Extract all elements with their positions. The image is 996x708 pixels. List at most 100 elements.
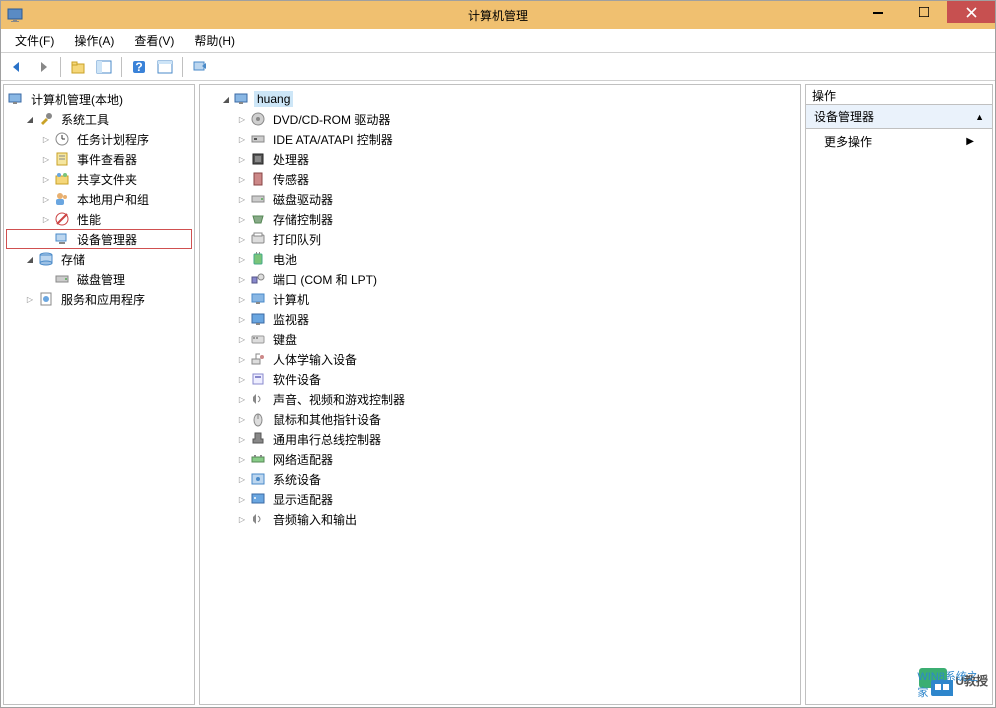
tree-root-computer-management[interactable]: 计算机管理(本地)	[6, 89, 192, 109]
tree-performance[interactable]: 性能	[6, 209, 192, 229]
device-category[interactable]: 计算机	[202, 289, 798, 309]
device-category[interactable]: 网络适配器	[202, 449, 798, 469]
device-category[interactable]: 传感器	[202, 169, 798, 189]
expand-icon[interactable]	[236, 473, 248, 485]
expand-icon[interactable]	[236, 493, 248, 505]
device-category-label: 通用串行总线控制器	[270, 430, 384, 449]
expand-icon[interactable]	[236, 373, 248, 385]
device-category-label: 传感器	[270, 170, 312, 189]
expand-icon[interactable]	[40, 153, 52, 165]
device-category[interactable]: IDE ATA/ATAPI 控制器	[202, 129, 798, 149]
expand-icon[interactable]	[236, 453, 248, 465]
menu-view[interactable]: 查看(V)	[126, 29, 182, 52]
expand-icon[interactable]	[236, 313, 248, 325]
help-button[interactable]: ?	[127, 55, 151, 79]
up-button[interactable]	[66, 55, 90, 79]
expand-icon[interactable]	[236, 393, 248, 405]
device-category[interactable]: 音频输入和输出	[202, 509, 798, 529]
device-category[interactable]: 通用串行总线控制器	[202, 429, 798, 449]
show-hide-tree-button[interactable]	[92, 55, 116, 79]
menu-file[interactable]: 文件(F)	[7, 29, 62, 52]
expand-icon[interactable]	[236, 253, 248, 265]
maximize-button[interactable]	[901, 1, 947, 23]
tree-label: 任务计划程序	[74, 130, 152, 149]
disk-icon	[250, 191, 266, 207]
tree-event-viewer[interactable]: 事件查看器	[6, 149, 192, 169]
device-category[interactable]: 鼠标和其他指针设备	[202, 409, 798, 429]
nav-tree[interactable]: 计算机管理(本地) 系统工具 任务计划程序 事件查看器	[4, 85, 194, 313]
menu-action[interactable]: 操作(A)	[66, 29, 122, 52]
device-icon	[54, 231, 70, 247]
expand-icon[interactable]	[236, 513, 248, 525]
device-category[interactable]: 监视器	[202, 309, 798, 329]
tree-device-manager[interactable]: 设备管理器	[6, 229, 192, 249]
close-button[interactable]	[947, 1, 995, 23]
back-button[interactable]	[5, 55, 29, 79]
expand-icon[interactable]	[220, 93, 232, 105]
tree-task-scheduler[interactable]: 任务计划程序	[6, 129, 192, 149]
expand-icon[interactable]	[236, 193, 248, 205]
sound-icon	[250, 391, 266, 407]
tree-local-users[interactable]: 本地用户和组	[6, 189, 192, 209]
tree-label: 设备管理器	[74, 230, 140, 249]
expand-icon[interactable]	[236, 273, 248, 285]
expand-icon[interactable]	[236, 333, 248, 345]
computer-icon	[250, 291, 266, 307]
tree-storage[interactable]: 存储	[6, 249, 192, 269]
expand-icon[interactable]	[24, 113, 36, 125]
tree-services[interactable]: 服务和应用程序	[6, 289, 192, 309]
device-category-label: 处理器	[270, 150, 312, 169]
tree-shared-folders[interactable]: 共享文件夹	[6, 169, 192, 189]
expand-icon[interactable]	[236, 213, 248, 225]
device-category[interactable]: 打印队列	[202, 229, 798, 249]
tree-label: 本地用户和组	[74, 190, 152, 209]
battery-icon	[250, 251, 266, 267]
tree-disk-management[interactable]: 磁盘管理	[6, 269, 192, 289]
expand-icon[interactable]	[236, 153, 248, 165]
device-root[interactable]: huang	[202, 89, 798, 109]
device-category[interactable]: 处理器	[202, 149, 798, 169]
device-category[interactable]: 声音、视频和游戏控制器	[202, 389, 798, 409]
expand-icon[interactable]	[24, 253, 36, 265]
device-category[interactable]: 端口 (COM 和 LPT)	[202, 269, 798, 289]
expand-icon[interactable]	[236, 133, 248, 145]
device-category[interactable]: 电池	[202, 249, 798, 269]
expand-icon[interactable]	[40, 193, 52, 205]
actions-section[interactable]: 设备管理器 ▲	[806, 105, 992, 129]
usb-icon	[250, 431, 266, 447]
tree-system-tools[interactable]: 系统工具	[6, 109, 192, 129]
device-category-label: 监视器	[270, 310, 312, 329]
properties-button[interactable]	[153, 55, 177, 79]
expand-icon[interactable]	[236, 353, 248, 365]
minimize-button[interactable]	[855, 1, 901, 23]
device-category[interactable]: 软件设备	[202, 369, 798, 389]
disk-icon	[54, 271, 70, 287]
device-category[interactable]: 系统设备	[202, 469, 798, 489]
refresh-button[interactable]	[188, 55, 212, 79]
expand-icon[interactable]	[24, 293, 36, 305]
expand-icon[interactable]	[236, 113, 248, 125]
menu-help[interactable]: 帮助(H)	[186, 29, 243, 52]
expand-icon[interactable]	[236, 233, 248, 245]
expand-icon[interactable]	[236, 293, 248, 305]
expand-icon[interactable]	[40, 133, 52, 145]
device-category[interactable]: 人体学输入设备	[202, 349, 798, 369]
device-category-label: IDE ATA/ATAPI 控制器	[270, 130, 396, 149]
expand-icon[interactable]	[40, 213, 52, 225]
expand-icon[interactable]	[236, 413, 248, 425]
actions-more[interactable]: 更多操作 ▶	[806, 129, 992, 154]
device-category[interactable]: 磁盘驱动器	[202, 189, 798, 209]
expand-icon[interactable]	[236, 173, 248, 185]
forward-button[interactable]	[31, 55, 55, 79]
expand-icon[interactable]	[40, 173, 52, 185]
device-category[interactable]: 显示适配器	[202, 489, 798, 509]
device-category[interactable]: 存储控制器	[202, 209, 798, 229]
window-title: 计算机管理	[468, 7, 528, 24]
device-category[interactable]: DVD/CD-ROM 驱动器	[202, 109, 798, 129]
tree-label: 事件查看器	[74, 150, 140, 169]
device-tree[interactable]: huang DVD/CD-ROM 驱动器IDE ATA/ATAPI 控制器处理器…	[200, 85, 800, 533]
expand-icon[interactable]	[236, 433, 248, 445]
ide-icon	[250, 131, 266, 147]
device-category[interactable]: 键盘	[202, 329, 798, 349]
computer-icon	[8, 91, 24, 107]
